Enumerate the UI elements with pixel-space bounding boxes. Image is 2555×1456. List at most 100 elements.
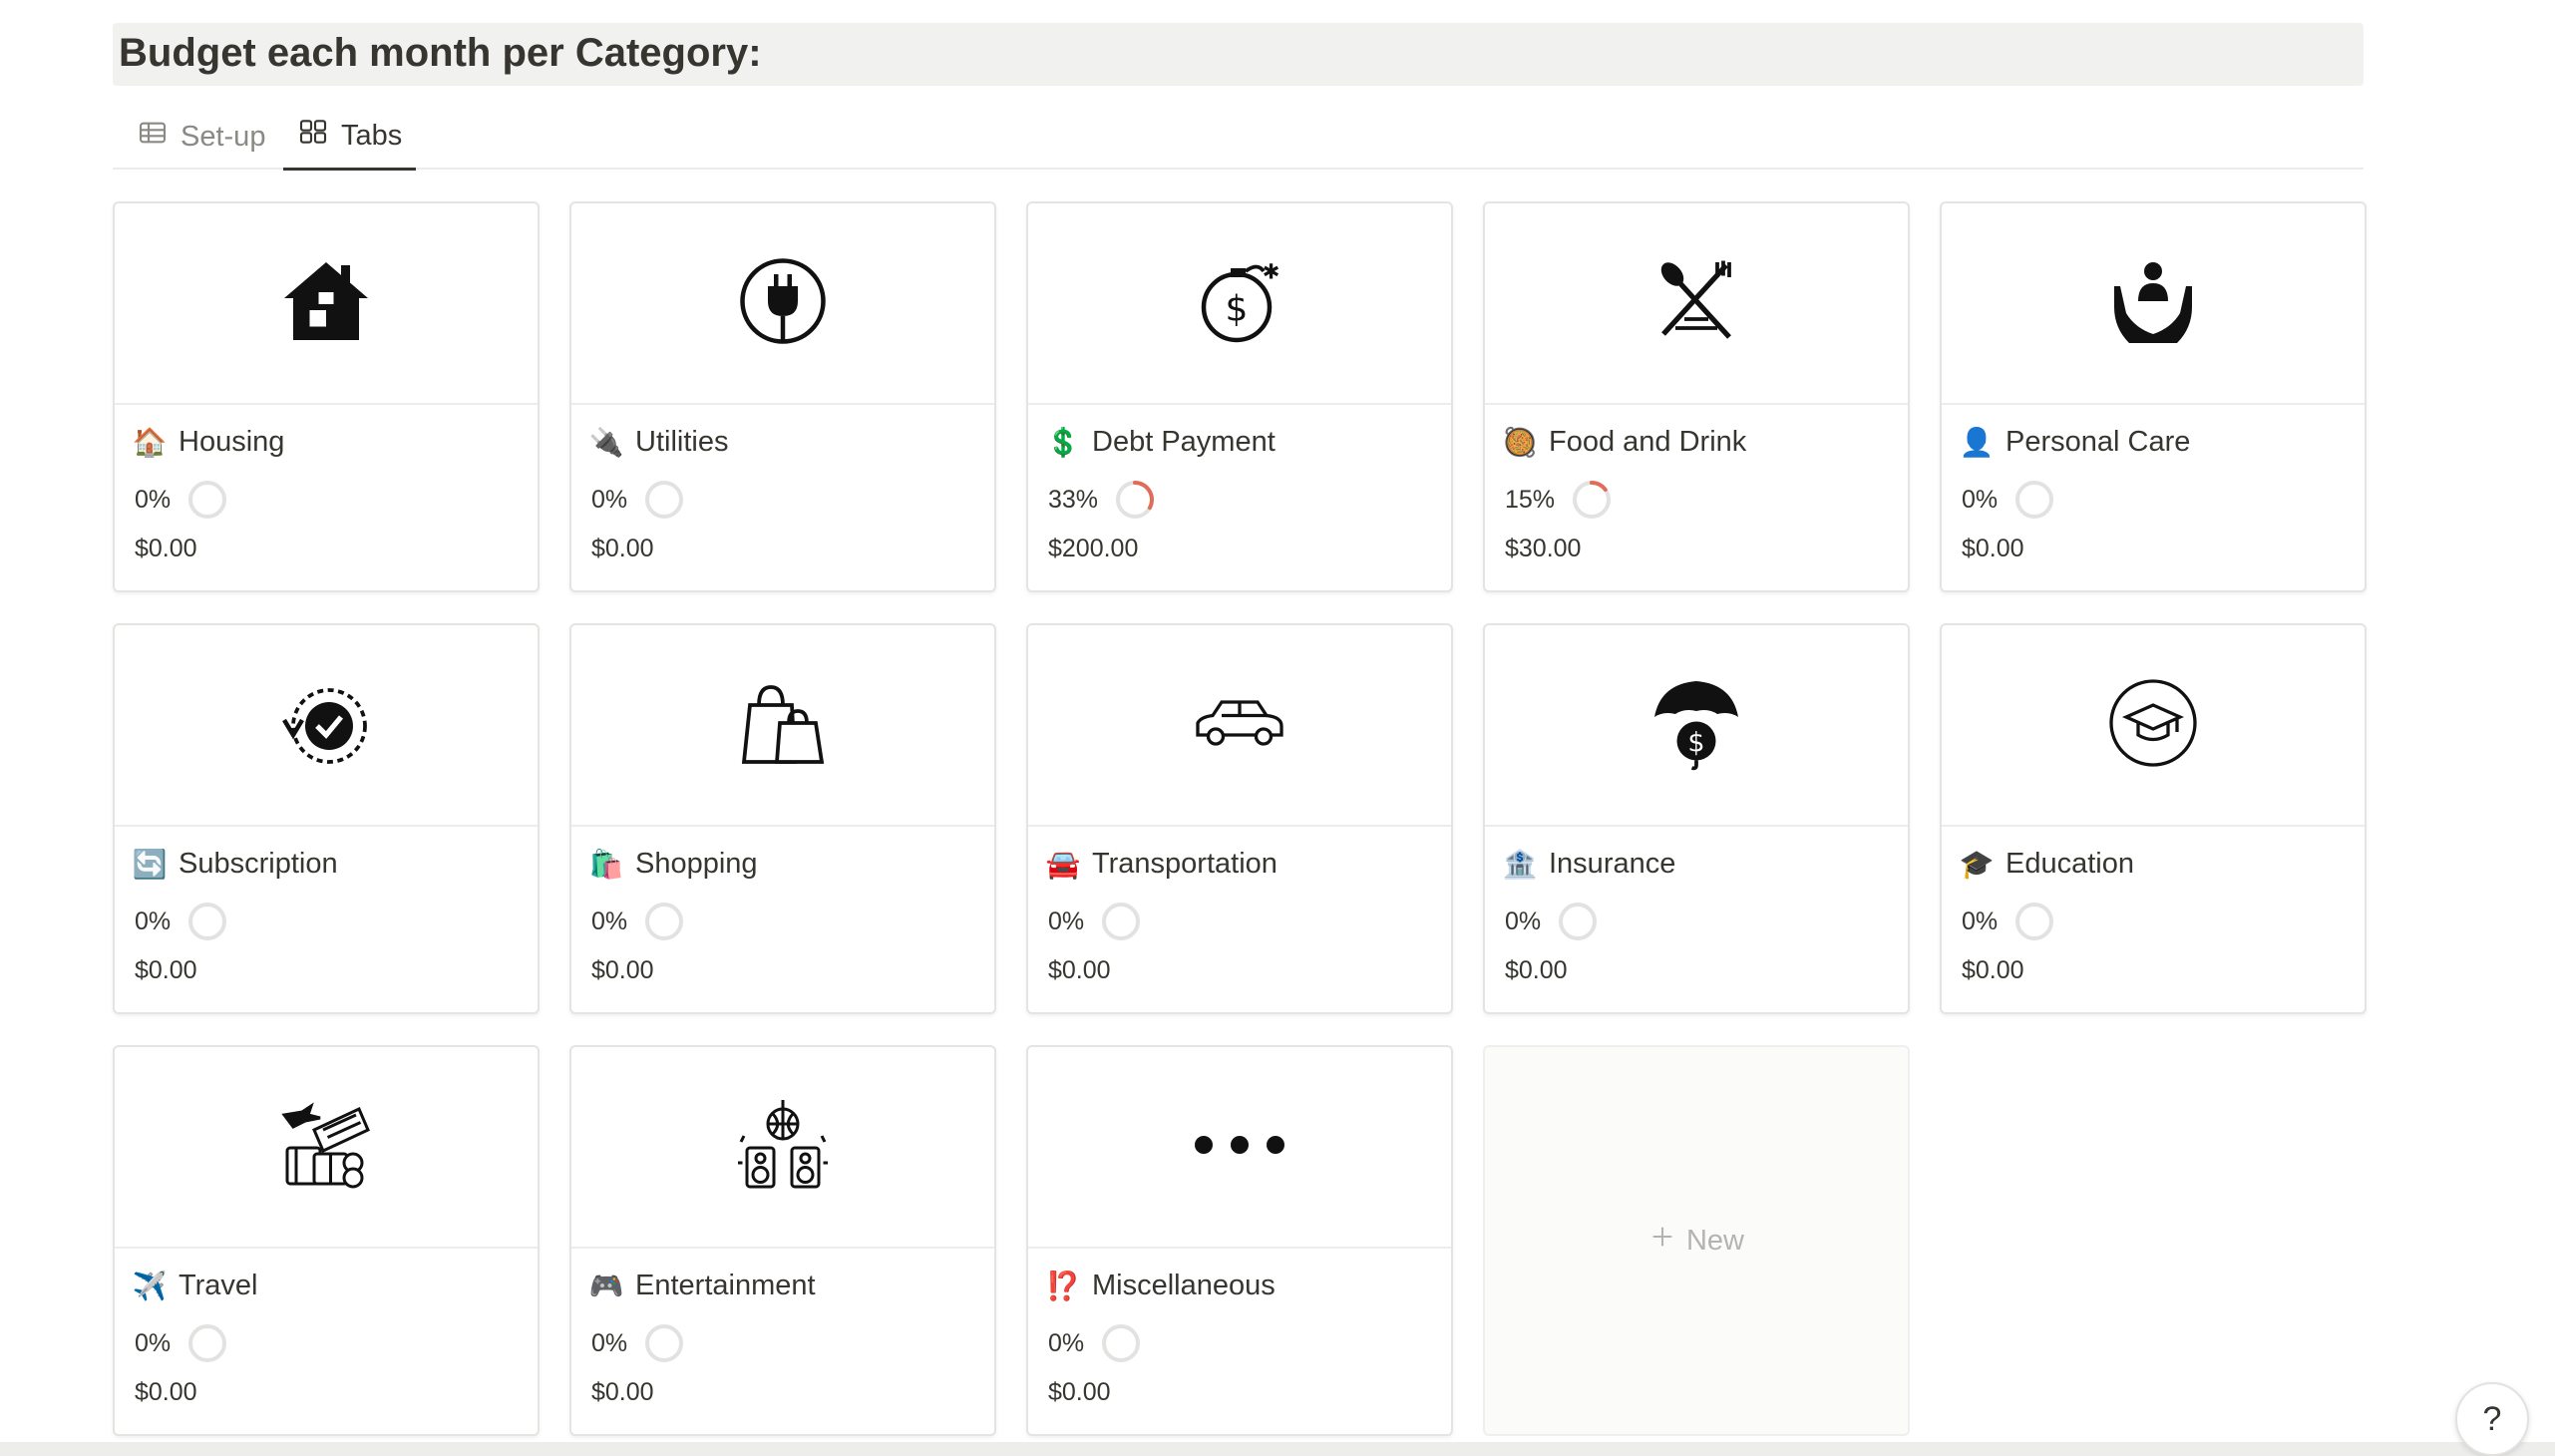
hands-care-icon (2105, 253, 2201, 354)
amount-value: $0.00 (591, 535, 654, 562)
card-subscription[interactable]: 🔄 Subscription 0% $0.00 (113, 623, 540, 1014)
card-title: 🎓 Education (1960, 847, 2134, 881)
card-cover (571, 203, 994, 405)
plus-icon (1648, 1223, 1676, 1259)
card-cover (571, 625, 994, 827)
amount-value: $200.00 (1048, 535, 1139, 562)
plug-emoji-icon: 🔌 (588, 426, 624, 458)
view-tabs: Set-up Tabs (113, 104, 2364, 171)
percent-value: 15% (1505, 485, 1556, 514)
card-title: 🥘 Food and Drink (1502, 425, 1747, 459)
card-utilities[interactable]: 🔌 Utilities 0% $0.00 (569, 201, 996, 592)
cap-emoji-icon: 🎓 (1959, 848, 1995, 880)
progress-ring (1116, 481, 1155, 519)
card-miscellaneous[interactable]: ⁉️ Miscellaneous 0% $0.00 (1026, 1045, 1453, 1436)
card-cover (115, 203, 538, 405)
progress-row: 0% (1962, 479, 2055, 521)
percent-value: 0% (591, 907, 628, 935)
plug-icon (735, 253, 831, 354)
card-cover (115, 1047, 538, 1249)
card-title: 🔌 Utilities (588, 425, 729, 459)
amount-value: $0.00 (135, 1378, 197, 1406)
progress-row: 0% (135, 479, 228, 521)
progress-ring (188, 903, 227, 940)
card-food-and-drink[interactable]: 🥘 Food and Drink 15% $30.00 (1483, 201, 1910, 592)
progress-ring (1102, 903, 1141, 940)
card-insurance[interactable]: $ 🏦 Insurance 0% $0.00 (1483, 623, 1910, 1014)
card-title: 💲 Debt Payment (1046, 425, 1276, 459)
progress-ring (188, 481, 227, 519)
card-housing[interactable]: 🏠 Housing 0% $0.00 (113, 201, 540, 592)
umbrella-dollar-icon: $ (1648, 675, 1744, 776)
card-name: Debt Payment (1092, 425, 1276, 458)
percent-value: 0% (1048, 907, 1085, 935)
card-entertainment[interactable]: 🎮 Entertainment 0% $0.00 (569, 1045, 996, 1436)
amount-value: $0.00 (135, 535, 197, 562)
tab-label: Tabs (341, 119, 403, 152)
percent-value: 0% (591, 485, 628, 514)
amount-value: $0.00 (1048, 1378, 1111, 1406)
progress-row: 0% (591, 479, 685, 521)
card-name: Transportation (1092, 847, 1278, 880)
card-cover (1028, 1047, 1451, 1249)
card-title: ✈️ Travel (133, 1269, 258, 1302)
new-card-button[interactable]: New (1483, 1045, 1910, 1436)
house-emoji-icon: 🏠 (132, 426, 168, 458)
progress-row: 0% (135, 1322, 228, 1364)
ellipsis-icon (1192, 1129, 1287, 1166)
progress-row: 15% (1505, 479, 1613, 521)
amount-value: $0.00 (1048, 956, 1111, 984)
percent-value: 33% (1048, 485, 1099, 514)
car-icon (1192, 675, 1287, 776)
travel-luggage-icon (278, 1097, 374, 1198)
card-education[interactable]: 🎓 Education 0% $0.00 (1940, 623, 2367, 1014)
card-name: Housing (179, 425, 285, 458)
card-title: 🚘 Transportation (1046, 847, 1278, 881)
tab-set-up[interactable]: Set-up (123, 104, 279, 170)
progress-ring (1102, 1324, 1141, 1362)
card-cover (1942, 203, 2365, 405)
money-bomb-icon: $ ✱ (1192, 253, 1287, 354)
card-transportation[interactable]: 🚘 Transportation 0% $0.00 (1026, 623, 1453, 1014)
page-title: Budget each month per Category: (113, 23, 2364, 86)
repeat-emoji-icon: 🔄 (132, 848, 168, 880)
card-name: Education (2006, 847, 2134, 880)
new-label: New (1685, 1224, 1744, 1257)
card-cover: $ ✱ (1028, 203, 1451, 405)
card-cover (571, 1047, 994, 1249)
card-shopping[interactable]: 🛍️ Shopping 0% $0.00 (569, 623, 996, 1014)
card-name: Subscription (179, 847, 338, 880)
progress-row: 0% (1048, 1322, 1142, 1364)
card-cover: $ (1485, 625, 1908, 827)
house-icon (278, 253, 374, 354)
food-emoji-icon: 🥘 (1502, 426, 1538, 458)
percent-value: 0% (135, 485, 172, 514)
card-travel[interactable]: ✈️ Travel 0% $0.00 (113, 1045, 540, 1436)
dollar-emoji-icon: 💲 (1045, 426, 1081, 458)
card-title: 🛍️ Shopping (589, 847, 758, 881)
gallery-icon (297, 116, 329, 156)
progress-row: 0% (591, 901, 685, 942)
card-title: ⁉️ Miscellaneous (1046, 1269, 1276, 1302)
tab-tabs[interactable]: Tabs (283, 104, 417, 171)
progress-row: 0% (591, 1322, 685, 1364)
progress-ring (188, 1324, 227, 1362)
amount-value: $0.00 (1505, 956, 1568, 984)
amount-value: $0.00 (591, 1378, 654, 1406)
percent-value: 0% (1962, 907, 1999, 935)
svg-text:$: $ (1226, 288, 1249, 329)
clock-renew-icon (278, 675, 374, 776)
percent-value: 0% (591, 1328, 628, 1357)
table-icon (137, 117, 169, 157)
progress-ring (1573, 481, 1612, 519)
card-personal-care[interactable]: 👤 Personal Care 0% $0.00 (1940, 201, 2367, 592)
help-button[interactable]: ? (2455, 1382, 2529, 1456)
progress-ring (645, 481, 684, 519)
card-name: Insurance (1549, 847, 1676, 880)
card-name: Personal Care (2006, 425, 2191, 458)
progress-row: 0% (1048, 901, 1142, 942)
card-cover (1485, 203, 1908, 405)
amount-value: $0.00 (1962, 956, 2024, 984)
amount-value: $30.00 (1505, 535, 1582, 562)
card-debt-payment[interactable]: $ ✱ 💲 Debt Payment 33% $200.00 (1026, 201, 1453, 592)
